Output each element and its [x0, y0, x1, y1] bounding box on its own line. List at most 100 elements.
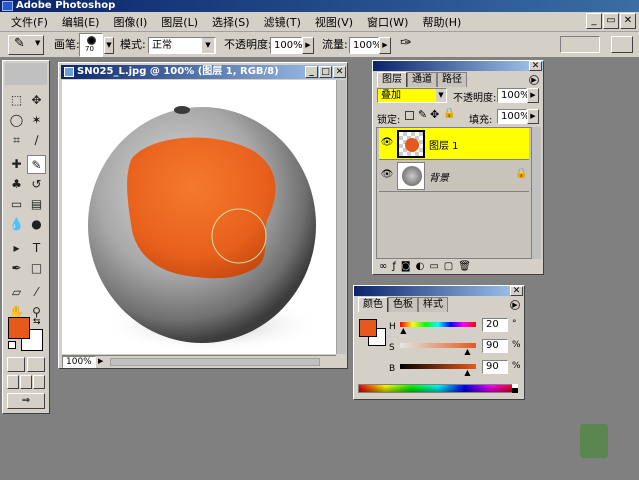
standard-mode-button[interactable] — [7, 357, 25, 372]
gradient-tool-icon[interactable]: ▤ — [27, 195, 46, 214]
magic-wand-icon[interactable]: ✶ — [27, 111, 46, 130]
mode-select[interactable]: 正常 ▼ — [148, 37, 216, 54]
tab-paths[interactable]: 路径 — [437, 72, 467, 87]
tool-preset-picker[interactable]: ✎ ▼ — [8, 35, 44, 55]
close-button[interactable]: ✕ — [620, 13, 636, 29]
imageready-jump-icon[interactable]: ⇒ — [7, 393, 45, 409]
visibility-eye-icon[interactable]: 👁 — [379, 128, 395, 158]
path-select-icon[interactable]: ▸ — [7, 239, 26, 258]
doc-minimize-button[interactable]: _ — [305, 66, 318, 78]
screen-mode-full-menu-icon[interactable] — [20, 375, 32, 389]
shape-tool-icon[interactable]: □ — [27, 259, 46, 278]
default-colors-icon[interactable] — [8, 341, 16, 349]
menu-file[interactable]: 文件(F) — [4, 14, 55, 30]
lock-move-icon[interactable]: ✥ — [430, 108, 439, 121]
tab-color[interactable]: 颜色 — [358, 297, 388, 312]
ramp-black-chip[interactable] — [512, 388, 518, 393]
type-tool-icon[interactable]: T — [27, 239, 46, 258]
restore-button[interactable]: ▭ — [603, 13, 619, 29]
brush-dropdown-button[interactable]: ▼ — [104, 37, 114, 54]
notes-tool-icon[interactable]: ▱ — [7, 283, 26, 302]
layer-opacity-slider[interactable]: ▶ — [527, 88, 539, 103]
menu-layer[interactable]: 图层(L) — [154, 14, 205, 30]
quickmask-mode-button[interactable] — [27, 357, 45, 372]
opacity-input[interactable]: 100% — [270, 37, 303, 54]
horizontal-scrollbar[interactable] — [110, 358, 320, 366]
color-panel-menu-icon[interactable]: ▶ — [510, 300, 520, 310]
layer-opacity-input[interactable]: 100% — [497, 88, 530, 103]
menu-filter[interactable]: 滤镜(T) — [257, 14, 308, 30]
lock-paint-icon[interactable]: ✎ — [418, 108, 427, 121]
delete-layer-icon[interactable]: 🗑 — [458, 261, 471, 272]
minimize-button[interactable]: _ — [586, 13, 602, 29]
palette-well-button[interactable] — [611, 36, 633, 53]
layer-row-background[interactable]: 👁 背景 🔒 — [379, 160, 529, 192]
opacity-slider-button[interactable]: ▶ — [302, 37, 314, 54]
crop-tool-icon[interactable]: ⌗ — [7, 131, 26, 150]
zoom-field[interactable]: 100% — [62, 356, 96, 368]
tab-styles[interactable]: 样式 — [418, 297, 448, 312]
vertical-scrollbar[interactable] — [336, 80, 346, 354]
doc-close-button[interactable]: ✕ — [333, 66, 346, 78]
tab-swatches[interactable]: 色板 — [388, 297, 418, 312]
menu-help[interactable]: 帮助(H) — [415, 14, 468, 30]
menu-edit[interactable]: 编辑(E) — [55, 14, 107, 30]
visibility-eye-icon[interactable]: 👁 — [379, 160, 395, 190]
foreground-color-swatch[interactable] — [8, 317, 30, 339]
adjustment-layer-icon[interactable]: ◐ — [416, 261, 425, 272]
doc-maximize-button[interactable]: □ — [319, 66, 332, 78]
dodge-tool-icon[interactable]: ● — [27, 215, 46, 234]
clone-stamp-icon[interactable]: ♣ — [7, 175, 26, 194]
slice-tool-icon[interactable]: ∕ — [27, 131, 46, 150]
eraser-tool-icon[interactable]: ▭ — [7, 195, 26, 214]
brightness-slider-thumb[interactable]: ▲ — [464, 369, 470, 377]
screen-mode-standard-icon[interactable] — [7, 375, 19, 389]
color-panel-close-button[interactable]: ✕ — [510, 286, 523, 296]
brush-preview[interactable]: 70 — [79, 33, 103, 57]
menu-window[interactable]: 窗口(W) — [360, 14, 415, 30]
file-browser-well[interactable] — [560, 36, 600, 53]
healing-brush-icon[interactable]: ✚ — [7, 155, 26, 174]
panel-menu-icon[interactable]: ▶ — [529, 75, 539, 85]
menu-image[interactable]: 图像(I) — [106, 14, 154, 30]
hue-slider-thumb[interactable]: ▲ — [400, 327, 406, 335]
lock-all-icon[interactable]: 🔒 — [443, 108, 455, 119]
panel-close-button[interactable]: ✕ — [529, 61, 542, 71]
screen-mode-full-icon[interactable] — [33, 375, 45, 389]
tab-channels[interactable]: 通道 — [407, 72, 437, 87]
menu-select[interactable]: 选择(S) — [205, 14, 257, 30]
image-canvas[interactable] — [62, 80, 336, 354]
layer-style-icon[interactable]: ƒ — [392, 261, 396, 272]
flow-slider-button[interactable]: ▶ — [379, 37, 391, 54]
blur-tool-icon[interactable]: 💧 — [7, 215, 26, 234]
history-brush-icon[interactable]: ↺ — [27, 175, 46, 194]
h-value-input[interactable]: 20 — [482, 318, 508, 332]
flow-input[interactable]: 100% — [349, 37, 382, 54]
color-ramp[interactable] — [358, 384, 518, 393]
move-tool-icon[interactable]: ✥ — [27, 91, 46, 110]
s-value-input[interactable]: 90 — [482, 339, 508, 353]
airbrush-icon[interactable]: ✑ — [400, 35, 412, 51]
marquee-tool-icon[interactable]: ⬚ — [7, 91, 26, 110]
menu-view[interactable]: 视图(V) — [308, 14, 360, 30]
saturation-slider-thumb[interactable]: ▲ — [464, 348, 470, 356]
fill-slider[interactable]: ▶ — [527, 109, 539, 124]
b-value-input[interactable]: 90 — [482, 360, 508, 374]
status-arrow-icon[interactable]: ▶ — [98, 357, 106, 366]
lasso-tool-icon[interactable]: ◯ — [7, 111, 26, 130]
brush-tool-icon[interactable]: ✎ — [27, 155, 46, 174]
link-icon[interactable]: ∞ — [379, 261, 387, 272]
add-mask-icon[interactable]: ◙ — [401, 261, 411, 272]
new-set-icon[interactable]: ▭ — [429, 261, 438, 272]
layer-row-1[interactable]: 👁 图层 1 — [379, 128, 529, 160]
blend-mode-select[interactable]: 叠加 ▼ — [377, 88, 447, 103]
swap-colors-icon[interactable]: ⇆ — [33, 317, 41, 327]
lock-transparency-icon[interactable] — [405, 111, 414, 120]
fg-color-chip[interactable] — [359, 319, 377, 337]
fill-input[interactable]: 100% — [497, 109, 530, 124]
eyedropper-icon[interactable]: ⁄ — [27, 283, 46, 302]
new-layer-icon[interactable]: ▢ — [444, 261, 453, 272]
tab-layers[interactable]: 图层 — [377, 72, 407, 87]
pen-tool-icon[interactable]: ✒ — [7, 259, 26, 278]
hue-slider-track[interactable] — [400, 322, 476, 327]
